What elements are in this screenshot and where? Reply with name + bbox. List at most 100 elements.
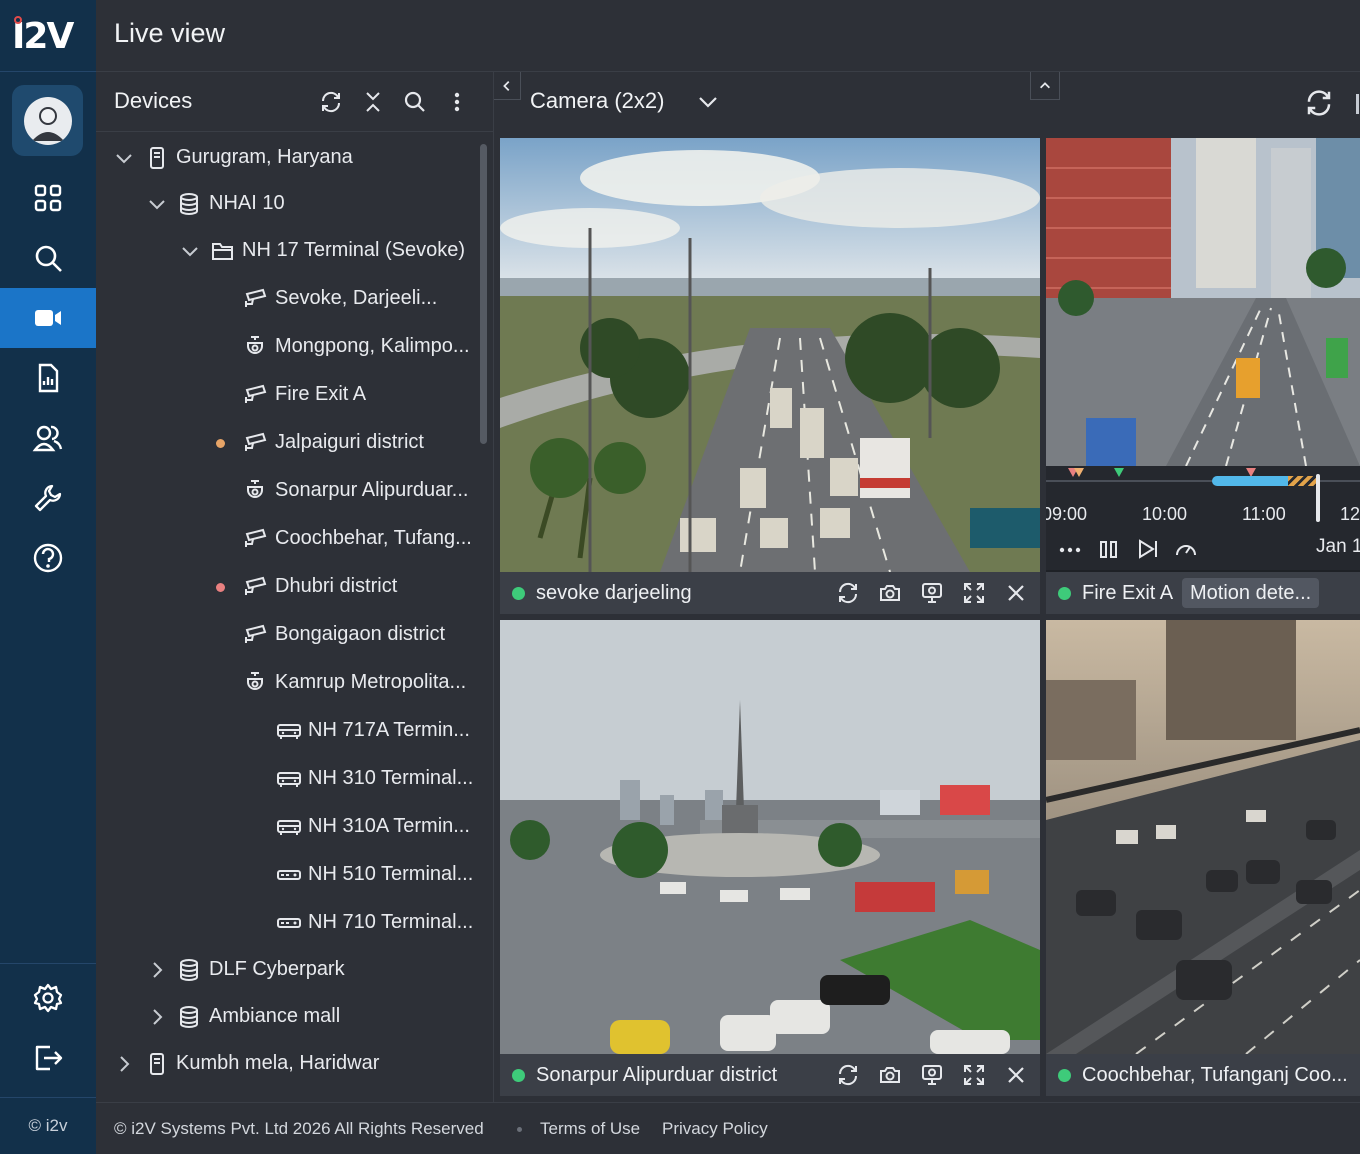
status-dot [1058,1069,1071,1082]
tile-3-bar: Sonarpur Alipurduar district [500,1054,1040,1096]
privacy-link[interactable]: Privacy Policy [662,1119,768,1139]
page-title: Live view [114,18,226,48]
snapshot-icon[interactable] [878,581,902,605]
refresh-stream-icon[interactable] [836,1063,860,1087]
nav-logout-button[interactable] [0,1028,96,1088]
tree-node[interactable]: Bongaigaon district [96,615,476,655]
tile-1-bar: sevoke darjeeling [500,572,1040,614]
camera-tile-1[interactable]: sevoke darjeeling [500,138,1040,614]
playback-timeline[interactable]: 09:00 10:00 11:00 12: Jan 1 [1046,466,1360,570]
tree-node[interactable]: Gurugram, Haryana [96,138,476,178]
search-devices-button[interactable] [401,88,429,116]
nav-reports-button[interactable] [0,348,96,408]
users-icon [32,425,63,452]
terms-link[interactable]: Terms of Use [540,1119,640,1139]
chevron-down-icon[interactable] [180,241,200,261]
tree-node-label: NH 310A Termin... [308,815,470,837]
refresh-stream-icon[interactable] [836,581,860,605]
video-feed-monument-roundabout [500,620,1040,1054]
tree-node[interactable]: DLF Cyberpark [96,950,476,990]
tree-node[interactable]: NHAI 10 [96,184,476,224]
tile-4-name: Coochbehar, Tufanganj Coo... [1082,1064,1348,1086]
snapshot-icon[interactable] [878,1063,902,1087]
tree-node[interactable]: NH 17 Terminal (Sevoke) [96,231,476,271]
camera-area: Camera (2x2) sevoke darjeeling 09:00 10:… [494,72,1360,1102]
camera-tile-4[interactable]: Coochbehar, Tufanganj Coo... [1046,620,1360,1096]
tree-node[interactable]: Sonarpur Alipurduar... [96,471,476,511]
tree-node-label: NH 717A Termin... [308,719,470,741]
chevron-down-icon[interactable] [147,194,167,214]
motion-detection-badge[interactable]: Motion dete... [1182,578,1320,608]
tree-node[interactable]: Coochbehar, Tufang... [96,519,476,559]
timeline-tick: 12: [1340,504,1360,524]
tree-scrollbar[interactable] [480,144,487,444]
encoder-icon [277,870,301,880]
camera-tile-3[interactable]: Sonarpur Alipurduar district [500,620,1040,1096]
tree-node[interactable]: Mongpong, Kalimpo... [96,327,476,367]
tree-node-label: Coochbehar, Tufang... [275,527,472,549]
tree-node[interactable]: NH 510 Terminal... [96,855,476,895]
nav-help-button[interactable] [0,528,96,588]
tree-node[interactable]: Sevoke, Darjeeli... [96,279,476,319]
tree-node[interactable]: NH 310A Termin... [96,807,476,847]
server-icon [180,1006,198,1028]
tree-node[interactable]: Ambiance mall [96,997,476,1037]
tree-node[interactable]: Jalpaiguri district [96,423,476,463]
collapse-header-button[interactable] [1030,72,1060,100]
timeline-tick: 09:00 [1046,504,1088,524]
ptz-control-icon[interactable] [920,581,944,605]
nav-users-button[interactable] [0,408,96,468]
chevron-down-icon[interactable] [696,90,720,114]
fullscreen-icon[interactable] [962,581,986,605]
ptz-control-icon[interactable] [920,1063,944,1087]
pause-icon[interactable] [1098,538,1120,560]
collapse-panel-button[interactable] [494,72,521,100]
step-forward-icon[interactable] [1136,538,1160,560]
bullet-camera-icon [245,432,267,451]
nav-search-button[interactable] [0,228,96,288]
timeline-cursor[interactable] [1316,474,1320,522]
refresh-layout-icon[interactable] [1304,88,1334,118]
tree-node[interactable]: Kumbh mela, Haridwar [96,1044,476,1084]
page-footer: © i2V Systems Pvt. Ltd 2026 All Rights R… [96,1102,1360,1154]
camera-tile-2[interactable]: 09:00 10:00 11:00 12: Jan 1 Fire Exit A … [1046,138,1360,614]
event-marker[interactable] [1114,468,1124,477]
tree-node-label: NH 710 Terminal... [308,911,474,933]
refresh-devices-button[interactable] [317,88,345,116]
more-horizontal-icon[interactable] [1058,538,1082,560]
tree-node[interactable]: Fire Exit A [96,375,476,415]
user-avatar-button[interactable] [12,85,83,156]
close-icon[interactable] [1004,581,1028,605]
devices-more-button[interactable] [443,88,471,116]
fullscreen-icon[interactable] [962,1063,986,1087]
close-icon[interactable] [1004,1063,1028,1087]
tree-node[interactable]: Kamrup Metropolita... [96,663,476,703]
event-marker[interactable] [1074,468,1084,477]
chevron-down-icon[interactable] [114,148,134,168]
nav-tools-button[interactable] [0,468,96,528]
live-segment [1288,476,1318,486]
tree-node[interactable]: NH 717A Termin... [96,711,476,751]
dome-camera-icon [247,672,263,690]
site-icon [150,147,164,169]
tree-node-label: Gurugram, Haryana [176,146,353,168]
tree-node[interactable]: NH 710 Terminal... [96,903,476,943]
status-dot [216,583,225,592]
layout-selector[interactable]: Camera (2x2) [530,88,664,114]
nav-settings-button[interactable] [0,968,96,1028]
tree-node-label: Kumbh mela, Haridwar [176,1052,380,1074]
chevron-right-icon[interactable] [114,1054,134,1074]
timeline-date: Jan 1 [1316,536,1360,557]
nav-live-view-button[interactable] [0,288,96,348]
timeline-tick: 10:00 [1142,504,1188,524]
collapse-icon [366,92,380,112]
collapse-all-button[interactable] [359,88,387,116]
search-icon [404,91,425,112]
tree-node[interactable]: NH 310 Terminal... [96,759,476,799]
chevron-right-icon[interactable] [147,960,167,980]
speed-icon[interactable] [1174,538,1198,560]
tree-node-label: Sonarpur Alipurduar... [275,479,469,501]
tree-node[interactable]: Dhubri district [96,567,476,607]
chevron-right-icon[interactable] [147,1007,167,1027]
nav-dashboard-button[interactable] [0,168,96,228]
